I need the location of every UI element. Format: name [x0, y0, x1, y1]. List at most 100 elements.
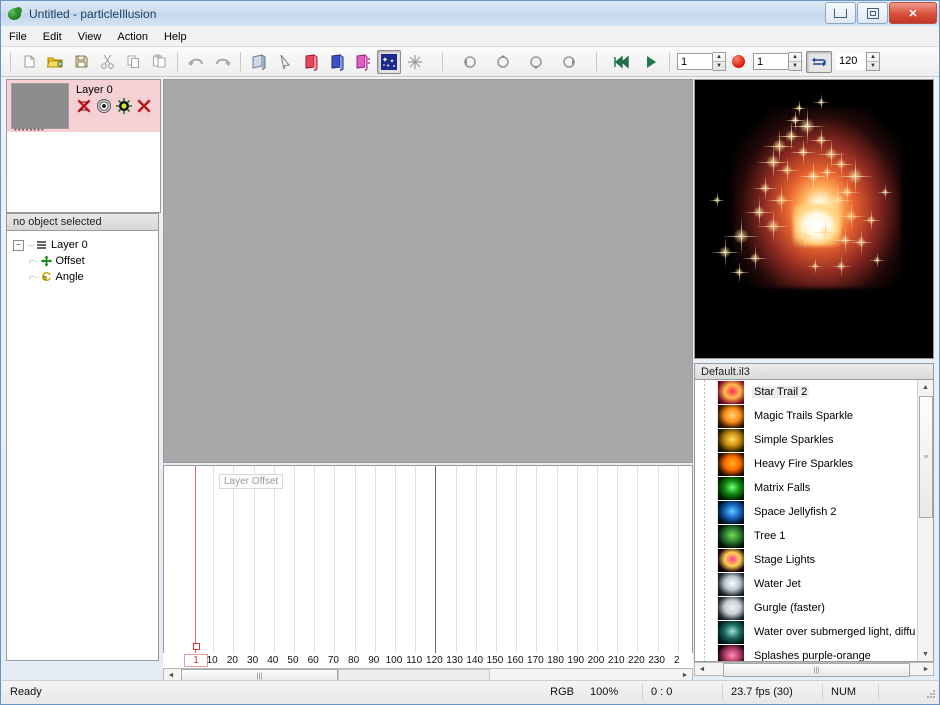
emitter-list-item[interactable]: Star Trail 2: [718, 380, 917, 404]
emitter-list-item[interactable]: Simple Sparkles: [718, 428, 917, 452]
ruler-tick[interactable]: 170: [525, 655, 545, 666]
menu-action[interactable]: Action: [109, 29, 156, 45]
ruler-tick[interactable]: 180: [546, 655, 566, 666]
ruler-tick[interactable]: 50: [283, 655, 303, 666]
emitter-list-item[interactable]: Magic Trails Sparkle: [718, 404, 917, 428]
select-arrow-icon[interactable]: [273, 50, 297, 74]
emitter-list-item[interactable]: Space Jellyfish 2: [718, 500, 917, 524]
open-folder-icon[interactable]: [43, 50, 67, 74]
timeline-keyframe[interactable]: [193, 643, 200, 650]
tree-row-offset[interactable]: ⌐·· Offset: [29, 253, 158, 269]
flip-horizontal-icon[interactable]: [524, 50, 548, 74]
no-motion-blur-icon[interactable]: [76, 98, 92, 114]
start-frame-stepper[interactable]: 1 ▲ ▼: [753, 52, 802, 71]
record-dot-icon[interactable]: [732, 55, 745, 68]
ruler-tick[interactable]: 100: [384, 655, 404, 666]
timeline-playhead[interactable]: [193, 466, 200, 660]
layer-icon[interactable]: [247, 50, 271, 74]
play-button[interactable]: [639, 50, 663, 74]
current-frame-stepper[interactable]: 1 ▲ ▼: [677, 52, 726, 71]
menu-file[interactable]: File: [1, 29, 35, 45]
ruler-tick[interactable]: 130: [445, 655, 465, 666]
emitter-list-item[interactable]: Splashes purple-orange: [718, 644, 917, 661]
start-frame-input[interactable]: 1: [753, 53, 789, 70]
target-icon[interactable]: [96, 98, 112, 114]
copy-icon[interactable]: [121, 50, 145, 74]
library-hscroll-thumb[interactable]: |||: [723, 663, 910, 677]
menu-help[interactable]: Help: [156, 29, 195, 45]
emitter-list-item[interactable]: Water over submerged light, diffu: [718, 620, 917, 644]
library-vscrollbar[interactable]: ▲ ≡ ▼: [917, 380, 933, 661]
super-emitter-icon[interactable]: [351, 50, 375, 74]
maximize-button[interactable]: [857, 2, 888, 24]
no-deflect-icon[interactable]: [136, 98, 152, 114]
tree-row-layer0[interactable]: − ··· Layer 0: [13, 237, 158, 253]
library-hscrollbar[interactable]: ◄ ||| ►: [694, 662, 934, 677]
end-frame-stepper[interactable]: 120 ▲ ▼: [836, 52, 880, 71]
library-scroll-left-arrow[interactable]: ◄: [695, 663, 709, 675]
close-button[interactable]: ✕: [889, 2, 937, 24]
deflector-red-icon[interactable]: [299, 50, 323, 74]
rotate-right-icon[interactable]: [557, 50, 581, 74]
minimize-button[interactable]: [825, 2, 856, 24]
emitter-list[interactable]: Star Trail 2 Magic Trails Sparkle Simple S…: [718, 380, 917, 661]
ruler-tick[interactable]: 60: [303, 655, 323, 666]
ruler-tick[interactable]: 120: [424, 655, 444, 666]
menu-view[interactable]: View: [70, 29, 110, 45]
ruler-tick[interactable]: 40: [263, 655, 283, 666]
emitter-list-item[interactable]: Stage Lights: [718, 548, 917, 572]
emitter-list-item[interactable]: Water Jet: [718, 572, 917, 596]
library-scroll-up-arrow[interactable]: ▲: [918, 380, 933, 394]
end-frame-input[interactable]: 120: [836, 53, 866, 70]
undo-icon[interactable]: [184, 50, 208, 74]
loop-icon[interactable]: [806, 50, 832, 73]
resize-grip-icon[interactable]: [922, 685, 936, 699]
layer-row[interactable]: Layer 0 ▪▪▪▪▪▪▪▪: [7, 80, 160, 134]
ruler-tick[interactable]: 10: [202, 655, 222, 666]
menu-edit[interactable]: Edit: [35, 29, 70, 45]
ruler-tick[interactable]: 210: [606, 655, 626, 666]
save-icon[interactable]: [69, 50, 93, 74]
paste-icon[interactable]: [147, 50, 171, 74]
composition-canvas[interactable]: [163, 79, 693, 463]
ruler-tick[interactable]: 80: [344, 655, 364, 666]
rewind-button[interactable]: [610, 50, 634, 74]
current-frame-input[interactable]: 1: [677, 53, 713, 70]
layers-panel[interactable]: Layer 0 ▪▪▪▪▪▪▪▪: [6, 79, 161, 213]
tree-toggle-icon[interactable]: −: [13, 239, 24, 251]
library-scroll-thumb[interactable]: ≡: [919, 396, 933, 518]
ruler-tick[interactable]: 200: [586, 655, 606, 666]
flip-vertical-icon[interactable]: [491, 50, 515, 74]
ruler-tick[interactable]: 160: [505, 655, 525, 666]
end-frame-spin-buttons[interactable]: ▲ ▼: [866, 52, 880, 71]
cut-icon[interactable]: [95, 50, 119, 74]
ruler-tick[interactable]: 90: [364, 655, 384, 666]
emitter-library-panel[interactable]: Star Trail 2 Magic Trails Sparkle Simple S…: [694, 380, 934, 662]
ruler-tick[interactable]: 230: [647, 655, 667, 666]
crosshair-icon[interactable]: [403, 50, 427, 74]
ruler-tick[interactable]: 110: [404, 655, 424, 666]
light-icon[interactable]: [116, 98, 132, 114]
start-frame-spin-buttons[interactable]: ▲ ▼: [789, 52, 802, 71]
ruler-tick[interactable]: 190: [566, 655, 586, 666]
tree-row-angle[interactable]: ⌐·· Angle: [29, 269, 158, 285]
redo-icon[interactable]: [210, 50, 234, 74]
emitter-list-item[interactable]: Matrix Falls: [718, 476, 917, 500]
emitter-list-item[interactable]: Heavy Fire Sparkles: [718, 452, 917, 476]
ruler-tick[interactable]: 150: [485, 655, 505, 666]
ruler-tick[interactable]: 2: [667, 655, 687, 666]
ruler-tick[interactable]: 220: [626, 655, 646, 666]
timeline-panel[interactable]: Layer Offset: [163, 465, 693, 661]
emitter-stars-icon[interactable]: [377, 49, 401, 74]
blocker-blue-icon[interactable]: [325, 50, 349, 74]
particle-preview-panel[interactable]: [694, 79, 934, 359]
library-hscroll-track[interactable]: |||: [709, 663, 919, 677]
library-scroll-down-arrow[interactable]: ▼: [918, 647, 933, 661]
ruler-tick[interactable]: 30: [243, 655, 263, 666]
rotate-left-icon[interactable]: [458, 50, 482, 74]
object-tree-panel[interactable]: − ··· Layer 0 ⌐·· Offset ⌐·· Angle: [6, 231, 159, 661]
emitter-list-item[interactable]: Tree 1: [718, 524, 917, 548]
library-scroll-right-arrow[interactable]: ►: [919, 663, 933, 675]
ruler-tick[interactable]: 70: [323, 655, 343, 666]
new-icon[interactable]: [17, 50, 41, 74]
